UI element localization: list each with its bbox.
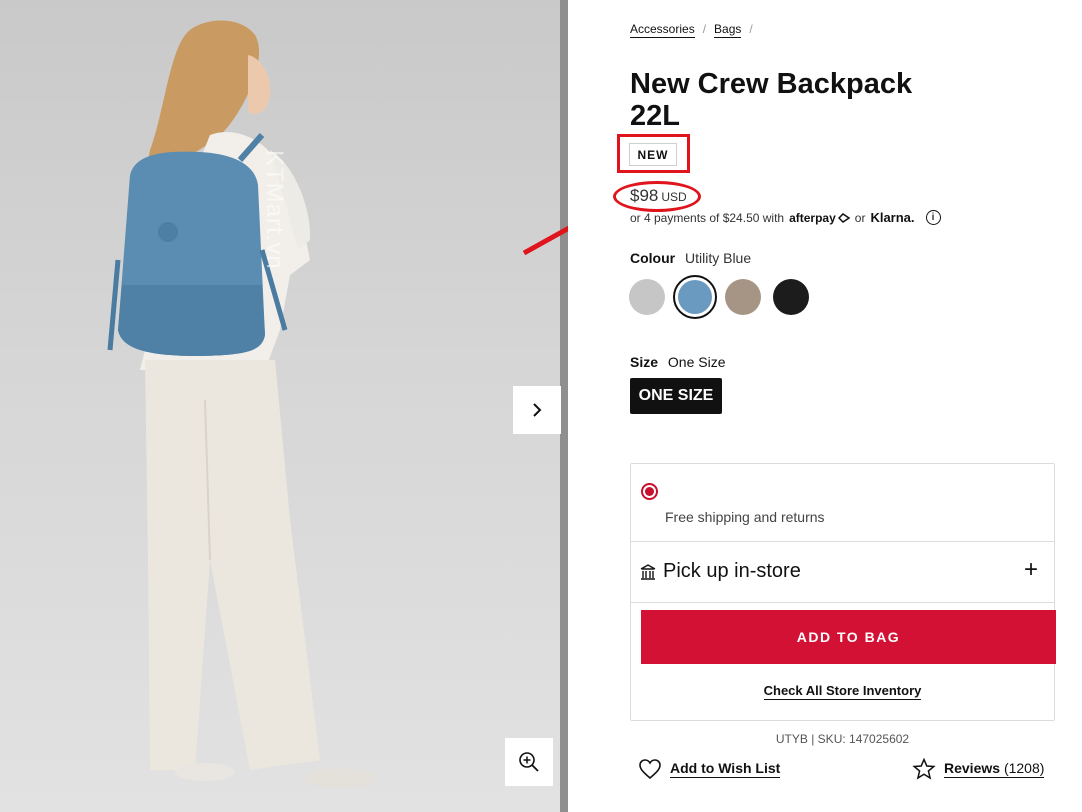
klarna-logo[interactable]: Klarna. [870,210,914,225]
afterpay-logo[interactable]: afterpay [789,210,851,225]
colour-label: Colour [630,250,676,266]
store-icon [640,563,656,580]
colour-swatch-grey[interactable] [629,279,665,315]
fulfilment-options: Free shipping and returns Pick up in-sto… [630,463,1056,721]
zoom-in-icon [519,752,539,772]
new-badge: NEW [629,143,677,166]
zoom-button[interactable] [505,738,553,786]
colour-swatch-black[interactable] [773,279,809,315]
check-store-inventory-link[interactable]: Check All Store Inventory [631,683,1054,700]
size-label: Size [630,354,659,370]
installment-text: or 4 payments of $24.50 with [630,210,785,225]
product-image-gallery: KTMart.vn [0,0,568,812]
breadcrumb-separator: / [749,22,753,36]
shipping-radio[interactable] [641,483,658,500]
afterpay-icon [837,213,851,224]
watermark-text: KTMart.vn [261,150,288,270]
add-to-wishlist-link[interactable]: Add to Wish List [638,758,781,780]
next-image-button[interactable] [513,386,561,434]
installment-info: or 4 payments of $24.50 with afterpay or… [630,210,941,225]
reviews-count: (1208) [1003,760,1045,776]
breadcrumb-separator: / [702,22,707,36]
product-price: $98 USD [630,186,687,206]
pickup-option[interactable]: Pick up in-store [639,560,801,583]
star-icon [912,758,936,780]
installment-or: or [854,210,866,225]
size-option-one-size[interactable]: ONE SIZE [630,378,722,414]
gallery-divider [560,0,568,812]
product-title: New Crew Backpack 22L [630,68,913,132]
divider [631,541,1054,542]
reviews-link[interactable]: Reviews (1208) [912,758,1045,780]
colour-swatch-taupe[interactable] [725,279,761,315]
check-inventory-label: Check All Store Inventory [763,683,922,700]
colour-selected-value: Utility Blue [685,250,752,266]
wishlist-label: Add to Wish List [670,760,781,778]
colour-swatch-utility-blue[interactable] [673,275,717,319]
chevron-right-icon [533,403,542,417]
heart-icon [639,759,661,780]
info-icon[interactable]: i [925,210,941,225]
product-details-panel: Accessories / Bags / New Crew Backpack 2… [568,0,1082,812]
divider [631,602,1054,603]
sku-text: UTYB | SKU: 147025602 [775,732,910,746]
colour-selector-label: Colour Utility Blue [630,250,751,266]
reviews-label: Reviews (1208) [944,760,1045,778]
afterpay-label: afterpay [789,210,836,225]
reviews-text: Reviews [944,760,1001,776]
breadcrumb-bags[interactable]: Bags [714,22,742,38]
price-amount: $98 [630,186,659,205]
pickup-label: Pick up in-store [663,560,801,582]
size-selector-label: Size One Size [630,354,726,370]
add-to-bag-button[interactable]: ADD TO BAG [641,610,1056,664]
expand-plus-icon[interactable]: + [1024,558,1038,582]
shipping-text: Free shipping and returns [665,509,825,525]
product-photo [107,20,375,788]
size-selected-value: One Size [667,354,726,370]
breadcrumb: Accessories / Bags / [630,22,753,38]
price-currency: USD [661,190,687,204]
breadcrumb-accessories[interactable]: Accessories [630,22,695,38]
